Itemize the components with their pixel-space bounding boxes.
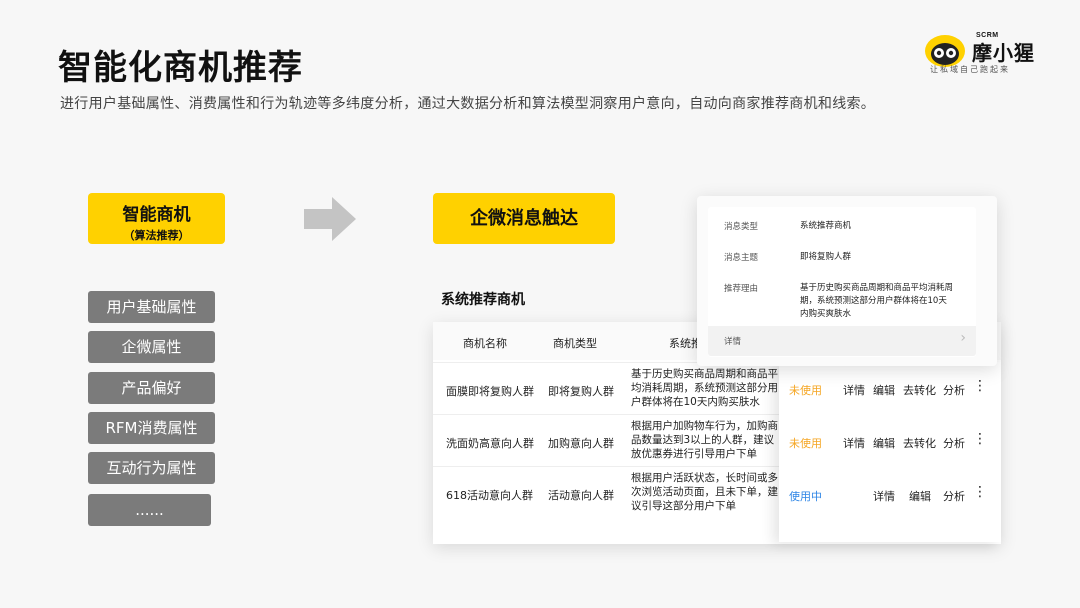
analyze-link[interactable]: 分析 xyxy=(943,382,965,398)
reason-line: 议引导这部分用户下单 xyxy=(631,500,736,512)
reason-line: 品数量达到3以上的人群，建议 xyxy=(631,434,775,446)
smart-box-subtitle: （算法推荐） xyxy=(123,229,190,242)
detail-link[interactable]: 详情 xyxy=(873,488,895,504)
detail-link[interactable]: 详情 xyxy=(843,435,865,451)
edit-link[interactable]: 编辑 xyxy=(909,488,931,504)
actions-row: 使用中 详情 编辑 分析 ⋮ xyxy=(779,468,1001,520)
reason-line: 基于历史购买商品周期和商品平均消耗周 xyxy=(800,283,954,293)
actions-row: 未使用 详情 编辑 去转化 分析 ⋮ xyxy=(779,362,1001,414)
attr-product-preference: 产品偏好 xyxy=(88,372,215,404)
row-reason: 根据用户加购物车行为，加购商 品数量达到3以上的人群，建议 放优惠券进行引导用户… xyxy=(631,419,781,461)
attr-rfm: RFM消费属性 xyxy=(88,412,215,444)
more-icon[interactable]: ⋮ xyxy=(973,378,987,394)
detail-link[interactable]: 详情 xyxy=(843,382,865,398)
attr-wecom: 企微属性 xyxy=(88,331,215,363)
convert-link[interactable]: 去转化 xyxy=(903,382,936,398)
row-type: 加购意向人群 xyxy=(548,437,614,450)
col-header-name: 商机名称 xyxy=(463,337,507,350)
reason-line: 次浏览活动页面，且未下单，建 xyxy=(631,486,778,498)
logo-brand-name: 摩小猩 xyxy=(972,41,1035,65)
brand-logo: SCRM 摩小猩 让私域自己跑起来 xyxy=(924,30,1054,80)
row-type: 即将复购人群 xyxy=(548,385,614,398)
popover-detail-row[interactable]: 详情 › xyxy=(708,326,976,356)
popover-value: 系统推荐商机 xyxy=(800,221,852,231)
status-badge: 未使用 xyxy=(789,384,822,397)
convert-link[interactable]: 去转化 xyxy=(903,435,936,451)
edit-link[interactable]: 编辑 xyxy=(873,435,895,451)
row-name: 洗面奶高意向人群 xyxy=(446,437,534,450)
popover-detail-label: 详情 xyxy=(724,337,742,347)
row-type: 活动意向人群 xyxy=(548,489,614,502)
more-icon[interactable]: ⋮ xyxy=(973,431,987,447)
popover-label: 消息类型 xyxy=(724,222,759,232)
mascot-face-icon xyxy=(925,35,965,67)
row-name: 面膜即将复购人群 xyxy=(446,385,534,398)
reason-line: 期，系统预测这部分用户群体将在10天 xyxy=(800,296,947,306)
edit-link[interactable]: 编辑 xyxy=(873,382,895,398)
attr-interaction: 互动行为属性 xyxy=(88,452,215,484)
smart-opportunity-box: 智能商机 （算法推荐） xyxy=(88,193,225,244)
reason-line: 户群体将在10天内购买肤水 xyxy=(631,396,760,408)
attr-more: ...... xyxy=(88,494,211,526)
status-badge: 未使用 xyxy=(789,437,822,450)
reason-line: 放优惠券进行引导用户下单 xyxy=(631,448,757,460)
page-title: 智能化商机推荐 xyxy=(58,48,303,88)
right-arrow-icon xyxy=(304,197,356,241)
row-name: 618活动意向人群 xyxy=(446,489,533,502)
attr-basic: 用户基础属性 xyxy=(88,291,215,323)
popover-reason: 基于历史购买商品周期和商品平均消耗周 期，系统预测这部分用户群体将在10天 内购… xyxy=(800,282,970,321)
popover-value: 即将复购人群 xyxy=(800,252,852,262)
row-reason: 根据用户活跃状态，长时间或多 次浏览活动页面，且未下单，建 议引导这部分用户下单 xyxy=(631,471,781,513)
wecom-message-box: 企微消息触达 xyxy=(433,193,615,244)
reason-line: 均消耗周期，系统预测这部分用 xyxy=(631,382,778,394)
reason-line: 基于历史购买商品周期和商品平 xyxy=(631,368,778,380)
reason-line: 根据用户活跃状态，长时间或多 xyxy=(631,472,778,484)
analyze-link[interactable]: 分析 xyxy=(943,435,965,451)
section-label: 系统推荐商机 xyxy=(441,292,525,308)
reason-line: 根据用户加购物车行为，加购商 xyxy=(631,420,778,432)
analyze-link[interactable]: 分析 xyxy=(943,488,965,504)
actions-row: 未使用 详情 编辑 去转化 分析 ⋮ xyxy=(779,415,1001,467)
logo-tagline: 让私域自己跑起来 xyxy=(930,65,1010,74)
chevron-right-icon: › xyxy=(960,330,966,346)
status-badge: 使用中 xyxy=(789,490,822,503)
col-header-type: 商机类型 xyxy=(553,337,597,350)
table-actions-panel: 未使用 详情 编辑 去转化 分析 ⋮ 未使用 详情 编辑 去转化 分析 ⋮ 使用… xyxy=(779,362,1001,542)
smart-box-title: 智能商机 xyxy=(122,205,191,225)
more-icon[interactable]: ⋮ xyxy=(973,484,987,500)
message-detail-popover: 消息类型 系统推荐商机 消息主题 即将复购人群 推荐理由 基于历史购买商品周期和… xyxy=(697,196,997,366)
reason-line: 内购买爽肤水 xyxy=(800,309,852,319)
row-reason: 基于历史购买商品周期和商品平 均消耗周期，系统预测这部分用 户群体将在10天内购… xyxy=(631,367,781,409)
popover-label: 推荐理由 xyxy=(724,284,759,294)
popover-label: 消息主题 xyxy=(724,253,759,263)
page-subtitle: 进行用户基础属性、消费属性和行为轨迹等多纬度分析，通过大数据分析和算法模型洞察用… xyxy=(60,96,876,112)
